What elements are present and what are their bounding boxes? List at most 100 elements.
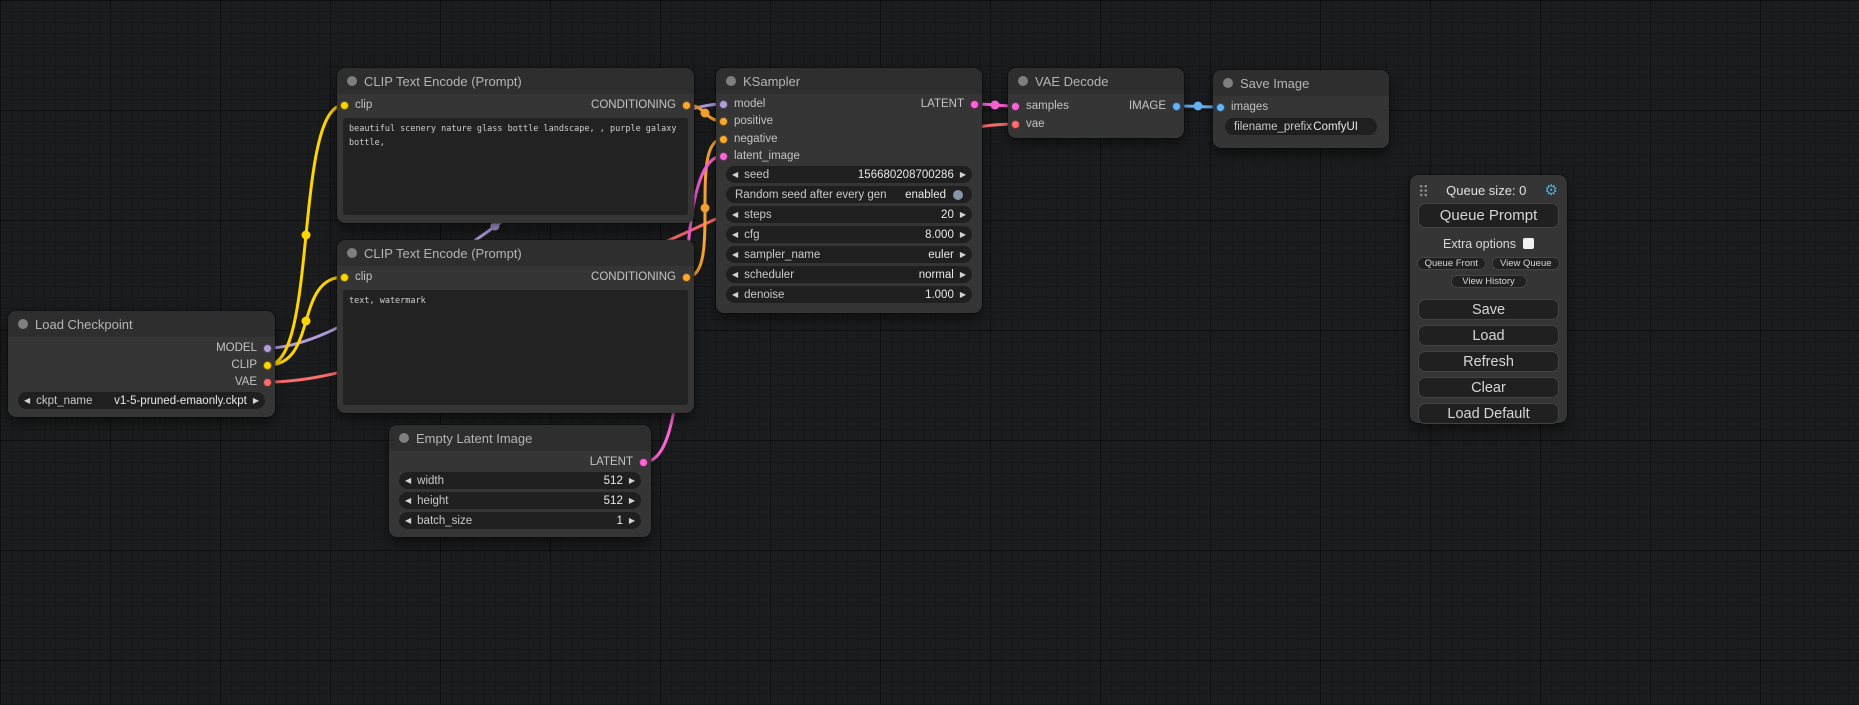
clip-input-dot[interactable] [340, 101, 349, 110]
node-empty-latent-image[interactable]: Empty Latent Image LATENT ◀ width 512 ▶ … [389, 425, 651, 537]
width-widget[interactable]: ◀ width 512 ▶ [399, 472, 641, 489]
node-title-bar[interactable]: Empty Latent Image [389, 425, 651, 451]
image-output-dot[interactable] [1172, 102, 1181, 111]
seed-widget[interactable]: ◀ seed 156680208700286 ▶ [726, 166, 972, 183]
slot-label: IMAGE [1129, 100, 1166, 112]
load-button[interactable]: Load [1418, 325, 1559, 346]
cfg-widget[interactable]: ◀ cfg 8.000 ▶ [726, 226, 972, 243]
conditioning-output-dot[interactable] [682, 101, 691, 110]
widget-value: enabled [905, 189, 946, 201]
vae-input-dot[interactable] [1011, 120, 1020, 129]
height-widget[interactable]: ◀ height 512 ▶ [399, 492, 641, 509]
increment-arrow-icon[interactable]: ▶ [954, 166, 972, 183]
slot-label: clip [355, 271, 372, 283]
collapse-dot-icon[interactable] [399, 433, 409, 443]
steps-widget[interactable]: ◀ steps 20 ▶ [726, 206, 972, 223]
widget-value: 8.000 [925, 229, 954, 241]
latent-image-input-dot[interactable] [719, 152, 728, 161]
link-midpoint-dot [302, 231, 311, 240]
positive-input-dot[interactable] [719, 117, 728, 126]
clear-button[interactable]: Clear [1418, 377, 1559, 398]
collapse-dot-icon[interactable] [347, 248, 357, 258]
increment-arrow-icon[interactable]: ▶ [954, 266, 972, 283]
clip-output-dot[interactable] [263, 361, 272, 370]
refresh-button[interactable]: Refresh [1418, 351, 1559, 372]
conditioning-output-dot[interactable] [682, 273, 691, 282]
slot-label: CONDITIONING [591, 99, 676, 111]
node-title: VAE Decode [1035, 74, 1108, 89]
batch-size-widget[interactable]: ◀ batch_size 1 ▶ [399, 512, 641, 529]
negative-input-dot[interactable] [719, 135, 728, 144]
widget-name: ckpt_name [36, 395, 92, 407]
node-clip-text-encode-positive[interactable]: CLIP Text Encode (Prompt) clip CONDITION… [337, 68, 694, 223]
drag-handle-icon[interactable] [1419, 184, 1428, 197]
decrement-arrow-icon[interactable]: ◀ [726, 266, 744, 283]
latent-output-dot[interactable] [639, 458, 648, 467]
node-vae-decode[interactable]: VAE Decode samples IMAGE vae [1008, 68, 1184, 138]
queue-front-button[interactable]: Queue Front [1417, 257, 1486, 270]
decrement-arrow-icon[interactable]: ◀ [399, 492, 417, 509]
node-title-bar[interactable]: Load Checkpoint [8, 311, 275, 337]
node-ksampler[interactable]: KSampler model LATENT positive negative … [716, 68, 982, 313]
decrement-arrow-icon[interactable]: ◀ [18, 392, 36, 409]
increment-arrow-icon[interactable]: ▶ [247, 392, 265, 409]
prompt-textarea[interactable]: text, watermark [343, 290, 688, 405]
toggle-dot-icon[interactable] [953, 190, 963, 200]
extra-options-checkbox[interactable] [1523, 238, 1534, 249]
decrement-arrow-icon[interactable]: ◀ [399, 512, 417, 529]
increment-arrow-icon[interactable]: ▶ [954, 246, 972, 263]
decrement-arrow-icon[interactable]: ◀ [726, 206, 744, 223]
model-output-dot[interactable] [263, 344, 272, 353]
increment-arrow-icon[interactable]: ▶ [954, 286, 972, 303]
view-history-button[interactable]: View History [1451, 275, 1527, 288]
vae-output-dot[interactable] [263, 378, 272, 387]
denoise-widget[interactable]: ◀ denoise 1.000 ▶ [726, 286, 972, 303]
samples-input-dot[interactable] [1011, 102, 1020, 111]
increment-arrow-icon[interactable]: ▶ [954, 226, 972, 243]
load-default-button[interactable]: Load Default [1418, 403, 1559, 424]
widget-name: scheduler [744, 269, 794, 281]
prompt-textarea[interactable]: beautiful scenery nature glass bottle la… [343, 118, 688, 215]
decrement-arrow-icon[interactable]: ◀ [726, 226, 744, 243]
node-clip-text-encode-negative[interactable]: CLIP Text Encode (Prompt) clip CONDITION… [337, 240, 694, 413]
increment-arrow-icon[interactable]: ▶ [623, 472, 641, 489]
increment-arrow-icon[interactable]: ▶ [623, 512, 641, 529]
view-queue-button[interactable]: View Queue [1492, 257, 1561, 270]
latent-output-dot[interactable] [970, 100, 979, 109]
clip-input-dot[interactable] [340, 273, 349, 282]
node-title-bar[interactable]: CLIP Text Encode (Prompt) [337, 68, 694, 94]
collapse-dot-icon[interactable] [347, 76, 357, 86]
decrement-arrow-icon[interactable]: ◀ [726, 286, 744, 303]
scheduler-widget[interactable]: ◀ scheduler normal ▶ [726, 266, 972, 283]
decrement-arrow-icon[interactable]: ◀ [726, 246, 744, 263]
images-input-dot[interactable] [1216, 103, 1225, 112]
collapse-dot-icon[interactable] [1223, 78, 1233, 88]
node-title-bar[interactable]: KSampler [716, 68, 982, 94]
node-title-bar[interactable]: VAE Decode [1008, 68, 1184, 94]
decrement-arrow-icon[interactable]: ◀ [726, 166, 744, 183]
widget-value: normal [919, 269, 954, 281]
node-title-bar[interactable]: CLIP Text Encode (Prompt) [337, 240, 694, 266]
floating-menu[interactable]: Queue size: 0 ⚙ Queue Prompt Extra optio… [1410, 175, 1567, 423]
collapse-dot-icon[interactable] [18, 319, 28, 329]
sampler-name-widget[interactable]: ◀ sampler_name euler ▶ [726, 246, 972, 263]
random-seed-toggle-widget[interactable]: Random seed after every gen enabled [726, 186, 972, 203]
collapse-dot-icon[interactable] [726, 76, 736, 86]
filename-prefix-widget[interactable]: filename_prefix ComfyUI [1225, 118, 1377, 135]
model-input-dot[interactable] [719, 100, 728, 109]
node-save-image[interactable]: Save Image images filename_prefix ComfyU… [1213, 70, 1389, 148]
node-title-bar[interactable]: Save Image [1213, 70, 1389, 96]
slot-row: model LATENT [716, 96, 982, 112]
queue-prompt-button[interactable]: Queue Prompt [1418, 203, 1559, 228]
ckpt-name-widget[interactable]: ◀ ckpt_name v1-5-pruned-emaonly.ckpt ▶ [18, 392, 265, 409]
increment-arrow-icon[interactable]: ▶ [623, 492, 641, 509]
widget-name: steps [744, 209, 772, 221]
slot-label: negative [734, 133, 777, 145]
save-button[interactable]: Save [1418, 299, 1559, 320]
node-title: Save Image [1240, 76, 1309, 91]
node-load-checkpoint[interactable]: Load Checkpoint MODEL CLIP VAE ◀ ckpt_na… [8, 311, 275, 417]
collapse-dot-icon[interactable] [1018, 76, 1028, 86]
increment-arrow-icon[interactable]: ▶ [954, 206, 972, 223]
settings-gear-icon[interactable]: ⚙ [1545, 183, 1558, 198]
decrement-arrow-icon[interactable]: ◀ [399, 472, 417, 489]
